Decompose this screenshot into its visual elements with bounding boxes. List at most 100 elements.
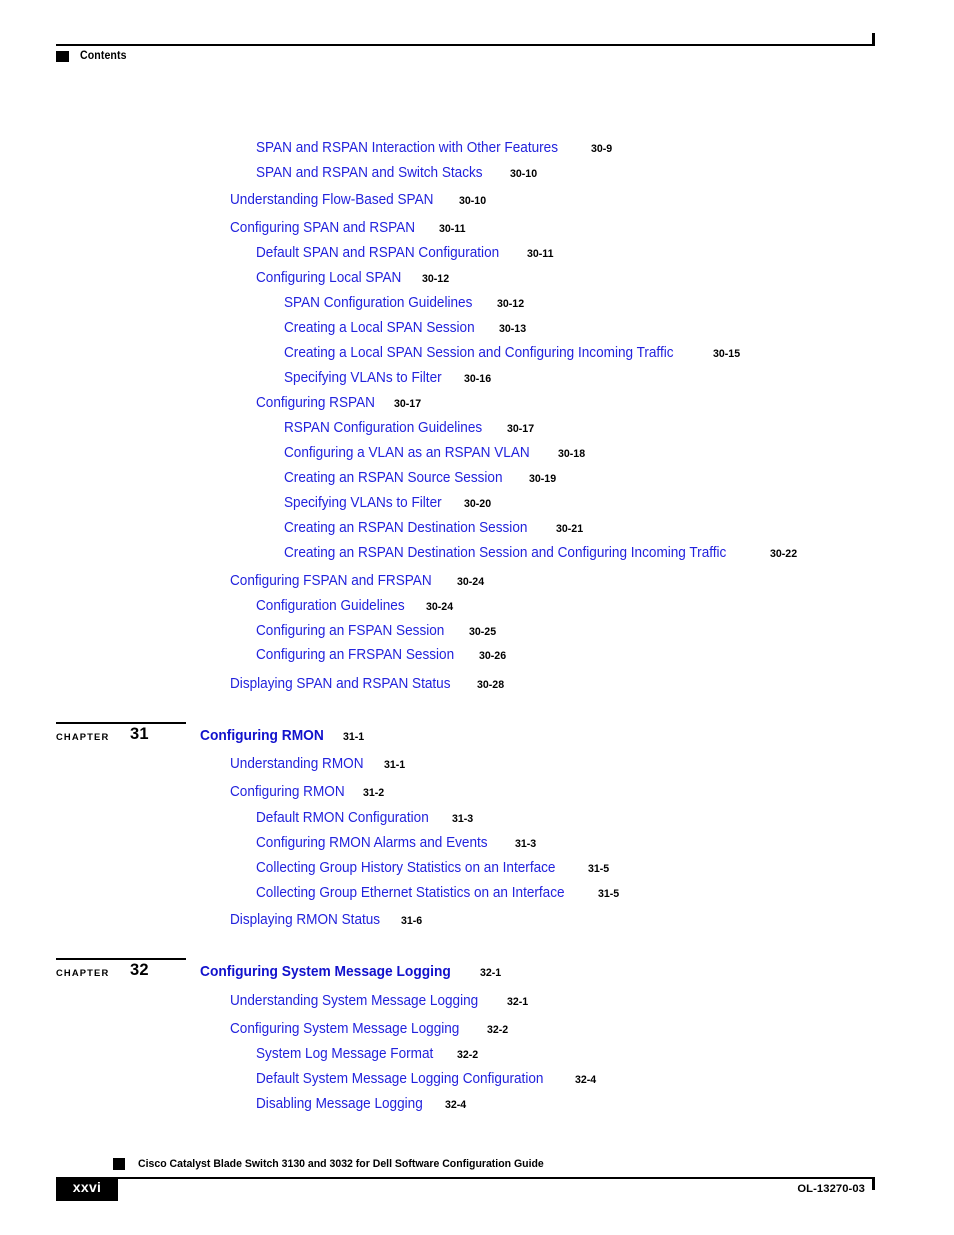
toc-entry-page-number: 31-2 [363,787,385,799]
toc-entry-title[interactable]: Default RMON Configuration [256,808,429,828]
toc-entry-title[interactable]: SPAN Configuration Guidelines [284,293,472,313]
toc-entry-title[interactable]: Configuring SPAN and RSPAN [230,218,415,238]
toc-entry[interactable]: Configuring an FSPAN Session 30-25 [256,621,498,641]
toc-entry[interactable]: Configuring RMON 31-2 [230,782,386,802]
toc-entry-page-number: 30-12 [422,273,450,285]
toc-entry-title[interactable]: Configuring a VLAN as an RSPAN VLAN [284,443,530,463]
toc-chapter-entry[interactable]: Configuring RMON 31-1 [200,726,366,746]
toc-entry-page-number: 30-20 [463,498,491,510]
toc-entry-title[interactable]: Creating a Local SPAN Session [284,318,475,338]
toc-entry-title[interactable]: SPAN and RSPAN and Switch Stacks [256,163,483,183]
toc-entry-title[interactable]: Configuring RSPAN [256,393,375,413]
toc-entry[interactable]: Default System Message Logging Configura… [256,1069,598,1089]
toc-entry[interactable]: SPAN Configuration Guidelines 30-12 [284,293,526,313]
toc-entry[interactable]: System Log Message Format 32-2 [256,1044,479,1064]
toc-entry-title[interactable]: Understanding RMON [230,754,364,774]
toc-entry-title[interactable]: Creating an RSPAN Destination Session [284,518,527,538]
chapter-marker: Chapter 31 [0,722,200,756]
toc-entry-title[interactable]: Creating an RSPAN Source Session [284,468,503,488]
toc-entry[interactable]: Creating a Local SPAN Session and Config… [284,343,742,363]
toc-entry-title[interactable]: Configuring RMON [200,726,324,746]
toc-page: Contents Chapter 31 Chapter 32 SPAN and RSP… [0,0,954,1235]
toc-entry-page-number: 30-9 [590,143,612,155]
toc-entry[interactable]: Creating an RSPAN Destination Session an… [284,543,799,563]
toc-entry-title[interactable]: Collecting Group Ethernet Statistics on … [256,883,565,903]
toc-entry[interactable]: Collecting Group History Statistics on a… [256,858,611,878]
toc-entry[interactable]: Configuring System Message Logging 32-2 [230,1019,509,1039]
toc-entry-page-number: 32-4 [445,1099,467,1111]
chapter-marker: Chapter 32 [0,958,200,992]
toc-entry-title[interactable]: Configuring RMON [230,782,345,802]
toc-entry-page-number: 30-22 [769,548,797,560]
toc-entry-title[interactable]: Configuring System Message Logging [230,1019,459,1039]
toc-entry-page-number: 31-3 [515,838,537,850]
toc-entry-title[interactable]: Configuring an FSPAN Session [256,621,444,641]
toc-entry-page-number: 31-3 [451,813,473,825]
toc-entry-title[interactable]: Configuring FSPAN and FRSPAN [230,571,432,591]
toc-entry-title[interactable]: Specifying VLANs to Filter [284,368,442,388]
toc-entry[interactable]: Specifying VLANs to Filter 30-16 [284,368,493,388]
toc-entry-title[interactable]: Configuring System Message Logging [200,962,451,982]
header-rule-tick [872,33,875,46]
toc-entry-title[interactable]: Configuring RMON Alarms and Events [256,833,488,853]
toc-entry[interactable]: SPAN and RSPAN Interaction with Other Fe… [256,138,614,158]
toc-entry-page-number: 32-2 [456,1049,478,1061]
toc-entry[interactable]: Displaying SPAN and RSPAN Status 30-28 [230,674,506,694]
toc-entry-title[interactable]: Configuring an FRSPAN Session [256,645,454,665]
chapter-rule [56,958,186,960]
toc-entry-page-number: 32-1 [479,967,501,979]
toc-entry[interactable]: Configuring RMON Alarms and Events 31-3 [256,833,538,853]
running-footer: Cisco Catalyst Blade Switch 3130 and 303… [0,1150,954,1225]
toc-entry[interactable]: Understanding Flow-Based SPAN 30-10 [230,190,488,210]
toc-entry-title[interactable]: Creating an RSPAN Destination Session an… [284,543,726,563]
toc-entry[interactable]: Configuring FSPAN and FRSPAN 30-24 [230,571,486,591]
toc-entry-page-number: 30-19 [528,473,557,485]
toc-entry[interactable]: Disabling Message Logging 32-4 [256,1094,468,1114]
toc-entry-title[interactable]: Understanding Flow-Based SPAN [230,190,433,210]
toc-entry[interactable]: Configuring Local SPAN 30-12 [256,268,451,288]
toc-entry-page-number: 32-1 [506,996,529,1008]
toc-entry-page-number: 30-10 [509,168,537,180]
toc-entry[interactable]: Understanding RMON 31-1 [230,754,406,774]
toc-entry-title[interactable]: Configuration Guidelines [256,596,405,616]
toc-entry-title[interactable]: Displaying SPAN and RSPAN Status [230,674,451,694]
toc-entry[interactable]: Creating a Local SPAN Session 30-13 [284,318,528,338]
toc-entry-title[interactable]: Specifying VLANs to Filter [284,493,442,513]
toc-entry-title[interactable]: Configuring Local SPAN [256,268,401,288]
chapter-number: 32 [130,961,149,979]
toc-entry[interactable]: Configuration Guidelines 30-24 [256,596,455,616]
toc-entry[interactable]: Collecting Group Ethernet Statistics on … [256,883,621,903]
toc-entry-title[interactable]: Disabling Message Logging [256,1094,423,1114]
toc-entry[interactable]: Configuring RSPAN 30-17 [256,393,423,413]
toc-entry[interactable]: Default RMON Configuration 31-3 [256,808,475,828]
toc-entry-title[interactable]: System Log Message Format [256,1044,433,1064]
toc-entry-title[interactable]: SPAN and RSPAN Interaction with Other Fe… [256,138,558,158]
toc-entry[interactable]: Displaying RMON Status 31-6 [230,910,424,930]
toc-entry[interactable]: Understanding System Message Logging 32-1 [230,991,530,1011]
toc-entry-title[interactable]: Displaying RMON Status [230,910,380,930]
toc-chapter-entry[interactable]: Configuring System Message Logging 32-1 [200,962,502,982]
toc-entry[interactable]: Creating an RSPAN Source Session 30-19 [284,468,558,488]
toc-entry[interactable]: SPAN and RSPAN and Switch Stacks 30-10 [256,163,539,183]
toc-entry-title[interactable]: Creating a Local SPAN Session and Config… [284,343,674,363]
toc-entry-page-number: 30-13 [498,323,527,335]
toc-entry[interactable]: RSPAN Configuration Guidelines 30-17 [284,418,536,438]
toc-entry-title[interactable]: Understanding System Message Logging [230,991,478,1011]
toc-entry[interactable]: Creating an RSPAN Destination Session 30-… [284,518,585,538]
toc-entry-title[interactable]: Collecting Group History Statistics on a… [256,858,555,878]
chapter-word-label: Chapter [56,731,110,742]
toc-entry-page-number: 31-1 [343,731,365,743]
toc-entry-title[interactable]: Default SPAN and RSPAN Configuration [256,243,499,263]
toc-entry-title[interactable]: Default System Message Logging Configura… [256,1069,543,1089]
toc-entry[interactable]: Specifying VLANs to Filter 30-20 [284,493,493,513]
footer-rule-tick [872,1177,875,1190]
toc-entry[interactable]: Configuring SPAN and RSPAN 30-11 [230,218,468,238]
toc-entry-title[interactable]: RSPAN Configuration Guidelines [284,418,482,438]
toc-entry[interactable]: Default SPAN and RSPAN Configuration 30-1… [256,243,556,263]
footer-document-id: OL-13270-03 [797,1183,865,1195]
toc-entry[interactable]: Configuring an FRSPAN Session 30-26 [256,645,508,665]
toc-entry-page-number: 30-10 [458,195,486,207]
footer-tab-marker-icon [113,1158,125,1170]
toc-entry[interactable]: Configuring a VLAN as an RSPAN VLAN 30-18 [284,443,587,463]
chapter-word-label: Chapter [56,967,110,978]
